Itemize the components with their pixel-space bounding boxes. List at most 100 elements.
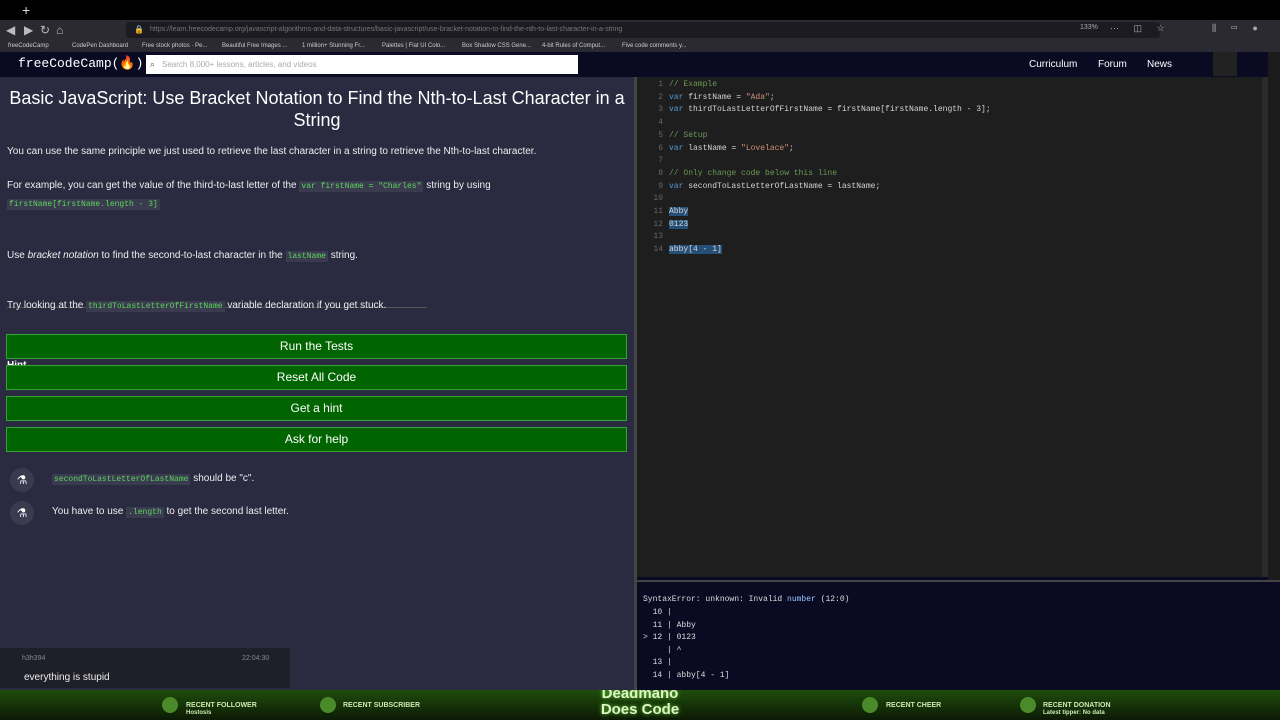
code-editor[interactable]: 1 // Example 2 var firstName = "Ada"; 3 var t… [637,77,1268,577]
nav-link-news[interactable]: News [1147,59,1172,70]
flask-icon: ⚗ [10,501,34,525]
inline-code: secondToLastLetterOfLastName [52,474,191,485]
back-icon[interactable]: ◀ [6,22,15,38]
address-bar[interactable]: 🔒 https://learn.freecodecamp.org/javascr… [126,22,1160,38]
bookmark-item[interactable]: Beautiful Free Images ... [222,40,287,52]
cheer-label: RECENT CHEER [886,702,942,709]
test-text: secondToLastLetterOfLastName should be "… [52,473,255,485]
chat-message: everything is stupid [24,672,110,683]
text: Try looking at the [7,300,87,311]
bookmark-item[interactable]: 4-bit Rules of Comput... [542,40,605,52]
console-line: > 12 | 0123 [643,633,696,643]
stream-footer: RECENT FOLLOWER Hostosis RECENT SUBSCRIB… [0,690,1280,720]
bookmark-item[interactable]: freeCodeCamp [8,40,49,52]
hint-text: Try looking at the thirdToLastLetterOfFi… [7,298,386,315]
code-token: lastName = [683,143,742,153]
stream-title: Deadmano Does Code [540,690,740,718]
avatar[interactable] [1213,52,1237,76]
home-icon[interactable]: ⌂ [56,22,63,38]
lock-icon: 🔒 [134,25,144,34]
lesson-panel: Basic JavaScript: Use Bracket Notation t… [0,77,634,720]
text: string. [327,250,358,261]
fcc-navbar: freeCodeCamp(🔥) ⌕ Search 8,000+ lessons,… [0,52,1280,77]
text: to get the second last letter. [163,506,289,517]
reset-code-button[interactable]: Reset All Code [6,365,627,390]
bookmark-item[interactable]: CodePen Dashboard [72,40,128,52]
instructions: Use bracket notation to find the second-… [7,248,358,265]
toolbar-extension-icons[interactable]: ⫼ ▭ ● [1212,23,1264,34]
keyword: number [787,595,816,604]
text: should be "c". [190,473,255,484]
code-text: // Only change code below this line [669,168,837,180]
fcc-logo[interactable]: freeCodeCamp(🔥) [18,56,143,71]
bookmark-item[interactable]: Five code comments y... [622,40,687,52]
console-line: 14 | abby[4 - 1] [643,671,730,680]
code-text: var thirdToLastLetterOfFirstName = first… [669,104,991,116]
page-actions-icons[interactable]: ⋯ ◫ ☆ [1110,23,1171,34]
nav-link-curriculum[interactable]: Curriculum [1029,59,1077,70]
code-text: abby[4 - 1] [669,244,722,256]
lesson-paragraph: For example, you can get the value of th… [7,178,567,195]
search-icon: ⌕ [150,59,156,69]
line-number: 1 [658,80,663,89]
code-token: thirdToLastLetterOfFirstName = firstName… [683,105,991,115]
inline-code: firstName[firstName.length - 3] [7,199,160,210]
text: string by using [423,180,491,191]
line-number: 3 [658,105,663,115]
console-error-line: SyntaxError: unknown: Invalid number (12… [643,594,849,606]
code-token: "Ada" [745,92,770,102]
subscriber-label: RECENT SUBSCRIBER [343,702,421,709]
lesson-paragraph: firstName[firstName.length - 3] [7,196,160,213]
code-token: firstName = [683,92,746,102]
code-text: 0123 [669,219,689,231]
line-number: 9 [658,181,663,191]
bookmark-item[interactable]: 1 million+ Stunning Fr... [302,40,365,52]
bookmark-item[interactable]: Free stock photos · Pe... [142,40,207,52]
chat-username: h3h394 [22,655,46,662]
run-tests-button[interactable]: Run the Tests [6,334,627,359]
get-hint-button[interactable]: Get a hint [6,396,627,421]
zoom-level[interactable]: 133% [1080,24,1098,31]
inline-code: .length [126,507,164,518]
text: You have to use [52,506,127,517]
code-token: 0123 [669,219,689,229]
page-scrollbar[interactable] [1268,52,1280,582]
line-number: 6 [658,143,663,153]
text: For example, you can get the value of th… [7,180,300,191]
ask-help-button[interactable]: Ask for help [6,427,627,452]
code-token: "Lovelace" [741,143,790,153]
inline-code: var firstName = "Charles" [299,181,424,192]
code-token: // Only change code below this line [669,168,838,178]
skull-icon [320,697,336,713]
line-number: 13 [653,232,663,242]
flask-icon: ⚗ [10,468,34,492]
code-token: abby[4 - 1] [669,245,722,255]
line-number: 8 [658,168,663,178]
bookmark-item[interactable]: Box Shadow CSS Gene... [462,40,531,52]
test-item: ⚗ secondToLastLetterOfLastName should be… [6,466,627,494]
new-tab-button[interactable]: + [22,2,30,18]
code-text: // Setup [669,130,707,142]
console-line: 11 | Abby [643,620,696,630]
follower-name: Hostosis [186,710,212,716]
code-token: var [669,143,684,153]
inline-code: thirdToLastLetterOfFirstName [86,301,225,312]
text: to find the second-to-last character in … [98,250,286,261]
output-console: SyntaxError: unknown: Invalid number (12… [637,580,1280,690]
code-token: var [669,105,684,115]
console-line: 10 | [643,608,672,617]
code-token: var [669,181,684,191]
nav-link-forum[interactable]: Forum [1098,59,1127,70]
test-item: ⚗ You have to use .length to get the sec… [6,499,627,527]
forward-icon[interactable]: ▶ [24,22,33,38]
test-text: You have to use .length to get the secon… [52,506,289,518]
code-text: var lastName = "Lovelace"; [669,143,794,155]
search-input[interactable]: ⌕ Search 8,000+ lessons, articles, and v… [146,55,578,74]
browser-tab-bar: + [0,0,1280,20]
skull-icon [1020,697,1036,713]
code-token: var [669,92,684,102]
bookmark-item[interactable]: Palettes | Flat UI Colo... [382,40,445,52]
editor-scrollbar[interactable] [1262,77,1268,577]
line-number: 14 [653,245,663,255]
reload-icon[interactable]: ↻ [40,22,50,38]
